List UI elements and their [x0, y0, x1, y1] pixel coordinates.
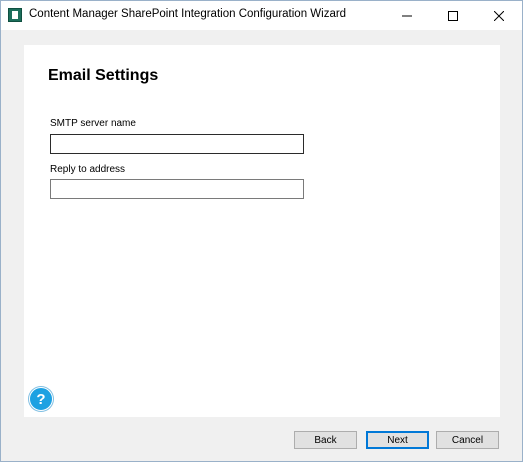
reply-to-input[interactable] [50, 179, 304, 199]
window-title: Content Manager SharePoint Integration C… [29, 8, 347, 20]
smtp-server-label: SMTP server name [50, 118, 136, 129]
page-title: Email Settings [48, 67, 159, 84]
wizard-window: Content Manager SharePoint Integration C… [0, 0, 523, 462]
wizard-content-panel: Email Settings SMTP server name Reply to… [24, 45, 500, 417]
maximize-button[interactable] [430, 1, 475, 30]
minimize-icon [401, 15, 412, 16]
next-button[interactable]: Next [366, 431, 429, 449]
reply-to-label: Reply to address [50, 164, 126, 175]
cancel-button[interactable]: Cancel [436, 431, 499, 449]
app-icon [8, 8, 22, 22]
close-icon [493, 10, 504, 21]
close-button[interactable] [476, 1, 521, 30]
back-button[interactable]: Back [294, 431, 357, 449]
maximize-icon [447, 10, 458, 21]
title-bar: Content Manager SharePoint Integration C… [1, 1, 522, 30]
minimize-button[interactable] [384, 1, 429, 30]
smtp-server-input[interactable] [50, 134, 304, 154]
help-icon[interactable]: ? [29, 387, 53, 411]
